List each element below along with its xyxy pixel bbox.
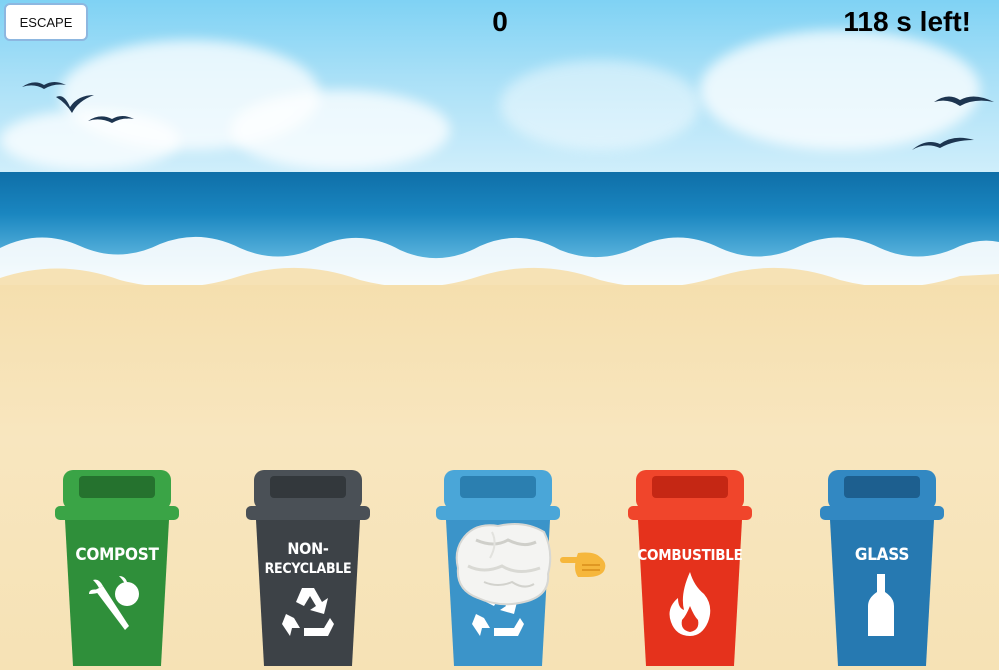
birds-right-icon (912, 96, 994, 150)
bin-label-line2: RECYCLABLE (264, 561, 352, 577)
recycle-icon (282, 588, 334, 636)
bin-glass[interactable]: GLASS (820, 470, 944, 670)
bin-label-line1: NON- (287, 539, 329, 558)
bin-combustible[interactable]: COMBUSTIBLE (628, 470, 752, 670)
bin-label: COMPOST (75, 545, 159, 565)
bin-non-recyclable[interactable]: NON- RECYCLABLE (246, 470, 370, 670)
beach-scene: ESCAPE 0 118 s left! COMPOST NON- RECYCL… (0, 0, 999, 670)
birds-left-icon (22, 82, 134, 123)
escape-button[interactable]: ESCAPE (4, 3, 88, 41)
pointing-hand-icon (560, 552, 606, 577)
bin-label: GLASS (854, 545, 910, 565)
flame-icon (669, 572, 711, 636)
bin-label: COMBUSTIBLE (637, 546, 743, 564)
bin-compost[interactable]: COMPOST (55, 470, 179, 670)
bottle-icon (868, 574, 894, 636)
score-display: 0 (492, 6, 508, 37)
vegetable-icon (89, 576, 139, 630)
timer-display: 118 s left! (843, 6, 971, 37)
crumpled-paper-item[interactable] (454, 518, 552, 608)
